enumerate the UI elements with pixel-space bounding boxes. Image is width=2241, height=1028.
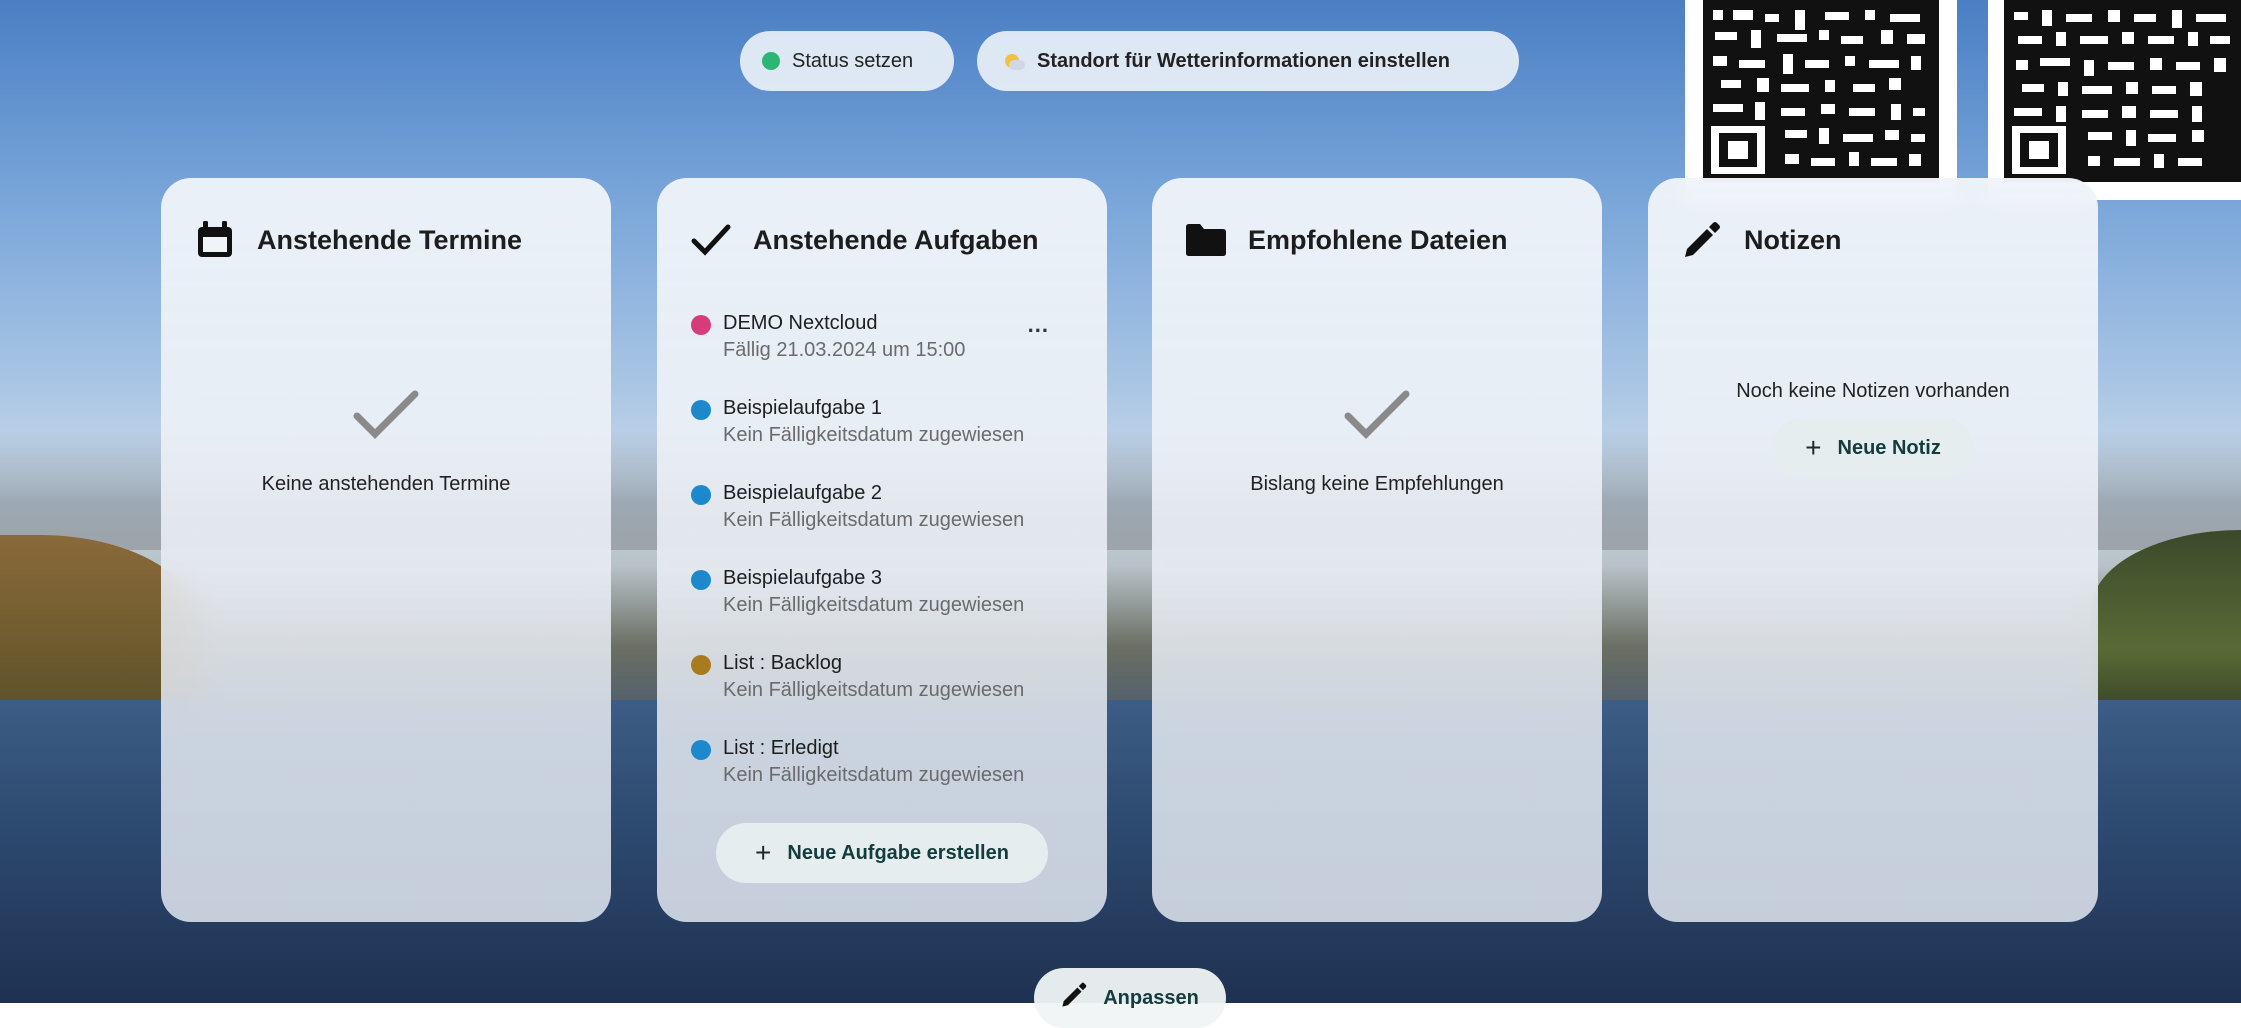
qr-code-2-icon bbox=[1988, 0, 2241, 200]
checkmark-empty-icon bbox=[353, 390, 419, 439]
widget-upcoming-tasks: Anstehende Aufgaben DEMO Nextcloud Fälli… bbox=[657, 178, 1107, 922]
empty-text: Bislang keine Empfehlungen bbox=[1250, 473, 1504, 495]
status-dot-icon bbox=[762, 52, 780, 70]
widget-title: Anstehende Termine bbox=[257, 224, 523, 255]
empty-state: Keine anstehenden Termine bbox=[161, 386, 611, 496]
new-note-label: Neue Notiz bbox=[1837, 436, 1941, 459]
task-due: Kein Fälligkeitsdatum zugewiesen bbox=[723, 594, 1025, 616]
task-item[interactable]: Beispielaufgabe 2 Kein Fälligkeitsdatum … bbox=[691, 480, 1073, 565]
weather-label: Standort für Wetterinformationen einstel… bbox=[1037, 49, 1450, 72]
qr-code-2 bbox=[1988, 0, 2241, 200]
task-due: Kein Fälligkeitsdatum zugewiesen bbox=[723, 679, 1025, 701]
new-task-label: Neue Aufgabe erstellen bbox=[787, 841, 1009, 864]
folder-icon bbox=[1186, 220, 1226, 260]
widget-recommended-files: Empfohlene Dateien Bislang keine Empfehl… bbox=[1152, 178, 1602, 922]
widget-header: Notizen bbox=[1682, 218, 2064, 262]
task-list: DEMO Nextcloud Fällig 21.03.2024 um 15:0… bbox=[691, 310, 1073, 820]
customize-button[interactable]: Anpassen bbox=[1034, 968, 1226, 1028]
qr-code-1-icon bbox=[1685, 0, 1957, 200]
empty-text: Keine anstehenden Termine bbox=[261, 473, 511, 495]
task-due: Kein Fälligkeitsdatum zugewiesen bbox=[723, 509, 1025, 531]
task-due: Fällig 21.03.2024 um 15:00 bbox=[723, 339, 966, 361]
task-title: Beispielaufgabe 3 bbox=[723, 567, 883, 589]
empty-text: Noch keine Notizen vorhanden bbox=[1736, 380, 2010, 402]
more-actions-icon[interactable]: ... bbox=[1028, 312, 1049, 338]
calendar-icon bbox=[195, 220, 235, 260]
widget-title: Notizen bbox=[1744, 224, 1842, 255]
task-color-dot bbox=[691, 740, 711, 760]
widget-header: Anstehende Termine bbox=[195, 218, 577, 262]
widget-title: Empfohlene Dateien bbox=[1248, 224, 1508, 255]
new-note-button[interactable]: + Neue Notiz bbox=[1772, 418, 1974, 478]
task-due: Kein Fälligkeitsdatum zugewiesen bbox=[723, 764, 1025, 786]
weather-location-button[interactable]: Standort für Wetterinformationen einstel… bbox=[977, 31, 1519, 91]
task-item[interactable]: List : Backlog Kein Fälligkeitsdatum zug… bbox=[691, 650, 1073, 735]
qr-code-1 bbox=[1685, 0, 1957, 200]
task-color-dot bbox=[691, 570, 711, 590]
checkmark-icon bbox=[691, 220, 731, 260]
task-title: Beispielaufgabe 1 bbox=[723, 397, 883, 419]
pencil-icon bbox=[1682, 220, 1722, 260]
plus-icon: + bbox=[755, 837, 772, 868]
task-color-dot bbox=[691, 400, 711, 420]
widget-title: Anstehende Aufgaben bbox=[753, 224, 1039, 255]
plus-icon: + bbox=[1805, 432, 1822, 463]
task-title: DEMO Nextcloud bbox=[723, 312, 878, 334]
empty-state: Noch keine Notizen vorhanden bbox=[1648, 380, 2098, 403]
task-title: List : Erledigt bbox=[723, 737, 839, 759]
status-label: Status setzen bbox=[792, 49, 914, 72]
widget-upcoming-events: Anstehende Termine Keine anstehenden Ter… bbox=[161, 178, 611, 922]
task-color-dot bbox=[691, 655, 711, 675]
task-title: Beispielaufgabe 2 bbox=[723, 482, 883, 504]
task-item[interactable]: List : Erledigt Kein Fälligkeitsdatum zu… bbox=[691, 735, 1073, 820]
widget-notes: Notizen Noch keine Notizen vorhanden + N… bbox=[1648, 178, 2098, 922]
new-task-button[interactable]: + Neue Aufgabe erstellen bbox=[716, 823, 1048, 883]
checkmark-empty-icon bbox=[1344, 390, 1410, 439]
task-title: List : Backlog bbox=[723, 652, 842, 674]
empty-state: Bislang keine Empfehlungen bbox=[1152, 386, 1602, 496]
status-button[interactable]: Status setzen bbox=[740, 31, 954, 91]
task-color-dot bbox=[691, 315, 711, 335]
pencil-icon bbox=[1061, 982, 1087, 1014]
task-item[interactable]: DEMO Nextcloud Fällig 21.03.2024 um 15:0… bbox=[691, 310, 1073, 395]
widget-header: Anstehende Aufgaben bbox=[691, 218, 1073, 262]
weather-sun-icon bbox=[999, 48, 1025, 74]
task-item[interactable]: Beispielaufgabe 1 Kein Fälligkeitsdatum … bbox=[691, 395, 1073, 480]
task-due: Kein Fälligkeitsdatum zugewiesen bbox=[723, 424, 1025, 446]
task-color-dot bbox=[691, 485, 711, 505]
widget-header: Empfohlene Dateien bbox=[1186, 218, 1568, 262]
task-item[interactable]: Beispielaufgabe 3 Kein Fälligkeitsdatum … bbox=[691, 565, 1073, 650]
customize-label: Anpassen bbox=[1103, 986, 1199, 1009]
